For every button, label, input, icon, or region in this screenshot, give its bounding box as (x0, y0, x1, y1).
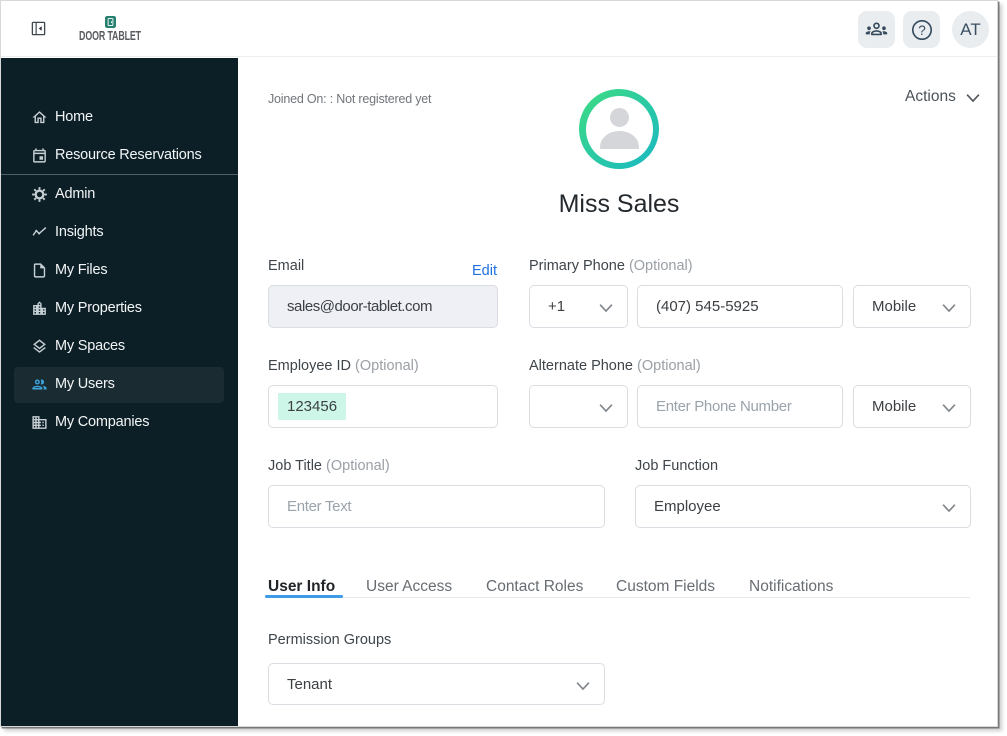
svg-text:?: ? (918, 22, 926, 37)
